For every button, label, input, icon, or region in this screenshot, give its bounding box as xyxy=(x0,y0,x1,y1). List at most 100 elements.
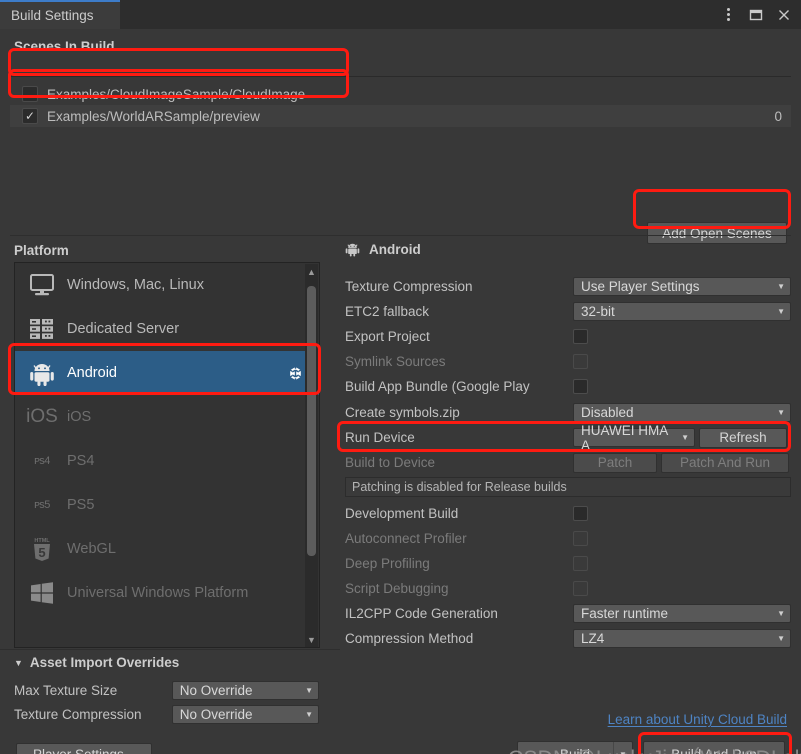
scene-checkbox-1[interactable]: ✓ xyxy=(22,108,38,124)
html5-icon: HTML 5 xyxy=(25,534,59,564)
il2cpp-code-generation-value: Faster runtime xyxy=(581,606,669,621)
chevron-down-icon: ▼ xyxy=(777,282,785,291)
learn-about-unity-cloud-build-link[interactable]: Learn about Unity Cloud Build xyxy=(608,712,787,727)
il2cpp-code-generation-label: IL2CPP Code Generation xyxy=(345,606,498,621)
texture-compression-value: Use Player Settings xyxy=(581,279,700,294)
close-icon[interactable] xyxy=(771,2,797,28)
chevron-down-icon: ▼ xyxy=(305,709,313,719)
row-deep-profiling: Deep Profiling xyxy=(345,551,791,576)
tab-build-settings[interactable]: Build Settings xyxy=(0,0,120,29)
window-tabbar: Build Settings xyxy=(0,0,801,29)
scrollbar-thumb[interactable] xyxy=(307,286,316,556)
settings-platform-label: Android xyxy=(369,241,421,257)
row-symlink-sources: Symlink Sources xyxy=(345,349,791,374)
platform-item-ps4[interactable]: ᴘs4 PS4 xyxy=(15,439,319,483)
aio-texture-compression-dropdown[interactable]: No Override ▼ xyxy=(171,704,319,724)
ps4-icon: ᴘs4 xyxy=(34,455,50,467)
platform-item-windows-mac-linux[interactable]: Windows, Mac, Linux xyxy=(15,263,319,307)
etc2-fallback-value: 32-bit xyxy=(581,304,615,319)
create-symbols-zip-dropdown[interactable]: Disabled ▼ xyxy=(573,403,791,422)
il2cpp-code-generation-dropdown[interactable]: Faster runtime ▼ xyxy=(573,604,791,623)
platform-item-ios[interactable]: iOS iOS xyxy=(15,395,319,439)
row-texture-compression: Texture Compression Use Player Settings … xyxy=(345,274,791,299)
asset-import-overrides-header[interactable]: ▼ Asset Import Overrides xyxy=(14,655,179,670)
platform-item-dedicated-server[interactable]: Dedicated Server xyxy=(15,307,319,351)
symlink-sources-checkbox xyxy=(573,354,588,369)
window-controls xyxy=(715,0,797,29)
scroll-up-icon[interactable]: ▲ xyxy=(305,264,318,280)
run-device-value: HUAWEI HMA A xyxy=(581,422,668,453)
max-texture-size-label: Max Texture Size xyxy=(14,682,118,698)
platform-item-label: PS4 xyxy=(67,453,95,469)
platform-list[interactable]: Windows, Mac, Linux Dedicated Server And… xyxy=(14,262,320,648)
platform-item-label: Windows, Mac, Linux xyxy=(67,277,204,293)
build-app-bundle-label: Build App Bundle (Google Play xyxy=(345,379,530,394)
row-export-project: Export Project xyxy=(345,324,791,349)
svg-text:5: 5 xyxy=(38,545,45,560)
chevron-down-icon: ▼ xyxy=(777,609,785,618)
scene-checkbox-0[interactable] xyxy=(22,86,38,102)
chevron-down-icon: ▼ xyxy=(681,433,689,442)
autoconnect-profiler-checkbox xyxy=(573,531,588,546)
symlink-sources-label: Symlink Sources xyxy=(345,354,446,369)
create-symbols-zip-value: Disabled xyxy=(581,405,634,420)
script-debugging-checkbox xyxy=(573,581,588,596)
maximize-icon[interactable] xyxy=(743,2,769,28)
platform-item-ps5[interactable]: ᴘs5 PS5 xyxy=(15,483,319,527)
build-to-device-label: Build to Device xyxy=(345,455,436,470)
max-texture-size-dropdown[interactable]: No Override ▼ xyxy=(171,680,319,700)
etc2-fallback-dropdown[interactable]: 32-bit ▼ xyxy=(573,302,791,321)
compression-method-value: LZ4 xyxy=(581,631,605,646)
development-build-label: Development Build xyxy=(345,506,459,521)
export-project-checkbox[interactable] xyxy=(573,329,588,344)
settings-platform-header: Android xyxy=(345,241,421,257)
triangle-down-icon[interactable]: ▼ xyxy=(14,658,23,668)
max-texture-size-value: No Override xyxy=(179,682,253,698)
autoconnect-profiler-label: Autoconnect Profiler xyxy=(345,531,467,546)
windows-icon xyxy=(25,578,59,608)
chevron-down-icon: ▼ xyxy=(777,408,785,417)
scene-name-0: Examples/CloudImageSample/CloudImage xyxy=(47,86,306,102)
row-script-debugging: Script Debugging xyxy=(345,576,791,601)
platform-item-webgl[interactable]: HTML 5 WebGL xyxy=(15,527,319,571)
chevron-down-icon: ▼ xyxy=(777,307,785,316)
aio-texture-compression-value: No Override xyxy=(179,706,253,722)
development-build-checkbox[interactable] xyxy=(573,506,588,521)
chevron-down-icon: ▼ xyxy=(777,634,785,643)
scenes-in-build-list[interactable]: Examples/CloudImageSample/CloudImage ✓ E… xyxy=(10,76,791,222)
platform-item-universal-windows-platform[interactable]: Universal Windows Platform xyxy=(15,571,319,615)
scene-list-item-0[interactable]: Examples/CloudImageSample/CloudImage xyxy=(10,83,791,105)
deep-profiling-checkbox xyxy=(573,556,588,571)
platform-item-label: Dedicated Server xyxy=(67,321,180,337)
run-device-label: Run Device xyxy=(345,430,415,445)
add-open-scenes-button[interactable]: Add Open Scenes xyxy=(647,222,787,244)
row-il2cpp-code-generation: IL2CPP Code Generation Faster runtime ▼ xyxy=(345,601,791,626)
build-app-bundle-checkbox[interactable] xyxy=(573,379,588,394)
texture-compression-dropdown[interactable]: Use Player Settings ▼ xyxy=(573,277,791,296)
ps5-icon: ᴘs5 xyxy=(34,499,50,511)
scene-list-item-1[interactable]: ✓ Examples/WorldARSample/preview 0 xyxy=(10,105,791,127)
watermark-text: CSDN @LuckyJie（Web3DLab） xyxy=(508,742,801,754)
compression-method-dropdown[interactable]: LZ4 ▼ xyxy=(573,629,791,648)
player-settings-button[interactable]: Player Settings... xyxy=(16,743,152,754)
platform-item-android[interactable]: Android xyxy=(15,351,319,395)
platform-item-label: WebGL xyxy=(67,541,116,557)
platform-list-scrollbar[interactable]: ▲ ▼ xyxy=(305,264,318,647)
run-device-dropdown[interactable]: HUAWEI HMA A ▼ xyxy=(573,423,695,453)
deep-profiling-label: Deep Profiling xyxy=(345,556,430,571)
android-robot-icon xyxy=(25,358,59,388)
row-compression-method: Compression Method LZ4 ▼ xyxy=(345,626,791,651)
scenes-in-build-title: Scenes In Build xyxy=(14,39,115,54)
platform-item-label: PS5 xyxy=(67,497,95,513)
ios-icon: iOS xyxy=(26,406,58,427)
scroll-down-icon[interactable]: ▼ xyxy=(305,632,318,647)
desktop-monitor-icon xyxy=(25,270,59,300)
svg-text:HTML: HTML xyxy=(34,538,50,544)
aio-texture-compression-label: Texture Compression xyxy=(14,706,142,722)
platform-item-label: Android xyxy=(67,365,117,381)
divider-top xyxy=(10,235,791,236)
kebab-menu-icon[interactable] xyxy=(715,2,741,28)
window-body: Scenes In Build Examples/CloudImageSampl… xyxy=(0,29,801,754)
row-create-symbols-zip: Create symbols.zip Disabled ▼ xyxy=(345,400,791,425)
refresh-button[interactable]: Refresh xyxy=(699,427,787,448)
